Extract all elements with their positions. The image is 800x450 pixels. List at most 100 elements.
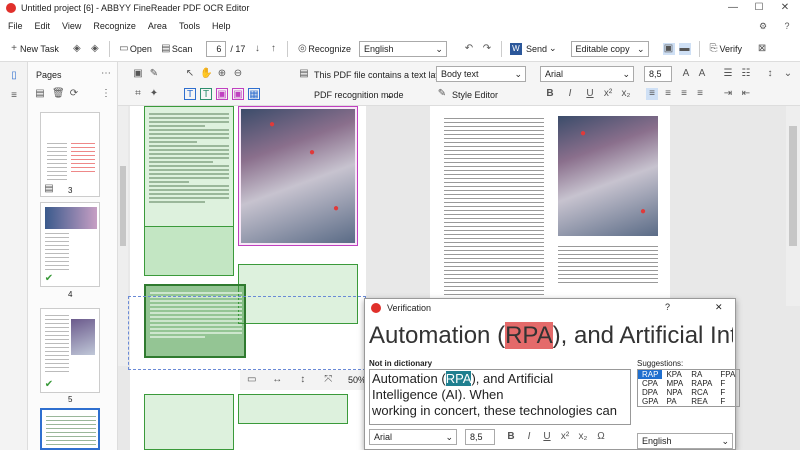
- italic-icon[interactable]: I: [564, 88, 576, 100]
- layers-alt-icon[interactable]: ◈: [89, 43, 101, 55]
- suggestion-item[interactable]: CPA: [638, 379, 663, 388]
- suggestion-item[interactable]: DPA: [638, 388, 663, 397]
- open-button[interactable]: ▭ Open: [118, 43, 152, 55]
- list-icon[interactable]: ≡: [8, 90, 20, 102]
- suggestion-item[interactable]: FPA: [716, 370, 739, 379]
- text-view-icon[interactable]: ▬: [678, 42, 691, 55]
- image-view-icon[interactable]: ▣: [662, 42, 675, 55]
- output-mode-select[interactable]: Editable copy ⌄: [570, 40, 649, 57]
- rotate-page-icon[interactable]: ⟳: [68, 88, 80, 100]
- suggestion-item[interactable]: RCA: [687, 388, 716, 397]
- align-right-icon[interactable]: ≡: [678, 88, 690, 100]
- menu-edit[interactable]: Edit: [35, 21, 51, 31]
- delete-page-icon[interactable]: 🗑: [52, 88, 65, 100]
- picture-block[interactable]: ● ● ●: [238, 106, 358, 246]
- zoom-in-icon[interactable]: ⊕: [216, 68, 228, 80]
- maximize-button[interactable]: ☐: [746, 0, 772, 16]
- suggestion-item[interactable]: RAP: [637, 369, 663, 379]
- text-block[interactable]: [144, 226, 234, 276]
- redo-icon[interactable]: ↷: [481, 43, 493, 55]
- dialog-language-select[interactable]: English ⌄: [637, 433, 733, 449]
- fullscreen-icon[interactable]: ⤧: [323, 374, 335, 386]
- settings-gear-icon[interactable]: ⚙: [757, 20, 769, 32]
- text-area-icon[interactable]: T: [184, 88, 196, 100]
- bold-icon[interactable]: B: [544, 88, 556, 100]
- minimize-button[interactable]: —: [720, 0, 746, 16]
- text-edit-field[interactable]: Automation (RPA), and Artificial Intelli…: [369, 369, 631, 425]
- subscript-icon[interactable]: x₂: [620, 88, 632, 100]
- close-page-icon[interactable]: ⊠: [756, 43, 768, 55]
- more-ribbon-icon[interactable]: ⌄: [782, 68, 794, 80]
- subscript-icon[interactable]: x₂: [577, 431, 589, 443]
- text-block[interactable]: [238, 394, 348, 424]
- new-task-button[interactable]: + New Task: [8, 43, 59, 55]
- zoom-out-icon[interactable]: ⊖: [232, 68, 244, 80]
- indent-icon[interactable]: ⇥: [722, 88, 734, 100]
- page-thumbnail-6[interactable]: [40, 408, 100, 450]
- superscript-icon[interactable]: x²: [559, 431, 571, 443]
- menu-recognize[interactable]: Recognize: [93, 21, 136, 31]
- suggestion-item[interactable]: REA: [687, 397, 716, 407]
- page-number-input[interactable]: 6: [206, 40, 227, 57]
- increase-font-icon[interactable]: A: [680, 68, 692, 80]
- superscript-icon[interactable]: x²: [602, 88, 614, 100]
- fit-vertical-icon[interactable]: ↕: [297, 374, 309, 386]
- crop-icon[interactable]: ⌗: [132, 88, 144, 100]
- pages-panel-icon[interactable]: ▯: [8, 70, 20, 82]
- arrow-down-icon[interactable]: ↓: [251, 43, 263, 55]
- page-tools-icon[interactable]: ▤: [34, 88, 46, 100]
- underline-icon[interactable]: U: [541, 431, 553, 443]
- style-editor-icon[interactable]: ✎: [436, 88, 448, 100]
- scan-button[interactable]: ▤ Scan: [160, 43, 192, 55]
- justify-icon[interactable]: ≡: [694, 88, 706, 100]
- suggestion-item[interactable]: PA: [662, 397, 687, 407]
- dialog-font-size-select[interactable]: 8,5: [465, 429, 495, 445]
- left-scrollbar[interactable]: [118, 106, 128, 366]
- decrease-font-icon[interactable]: A: [696, 68, 708, 80]
- menu-area[interactable]: Area: [148, 21, 167, 31]
- image-tools-icon[interactable]: ▣: [132, 68, 144, 80]
- suggestion-item[interactable]: MPA: [662, 379, 687, 388]
- menu-help[interactable]: Help: [212, 21, 231, 31]
- outdent-icon[interactable]: ⇤: [740, 88, 752, 100]
- fit-width-icon[interactable]: ▭: [246, 374, 258, 386]
- style-editor-button[interactable]: Style Editor: [452, 90, 498, 100]
- suggestion-item[interactable]: RAPA: [687, 379, 716, 388]
- style-select[interactable]: Body text ⌄: [436, 66, 526, 82]
- send-button[interactable]: W Send ⌄: [509, 42, 557, 55]
- recognize-button[interactable]: ◎ Recognize: [296, 43, 351, 55]
- more-icon[interactable]: ⋮: [100, 88, 112, 100]
- suggestion-item[interactable]: NPA: [662, 388, 687, 397]
- close-window-button[interactable]: ✕: [772, 0, 798, 16]
- layers-icon[interactable]: ◈: [71, 43, 83, 55]
- close-dialog-button[interactable]: ✕: [715, 302, 723, 313]
- spacing-icon[interactable]: ↕: [764, 68, 776, 80]
- picture-area-icon[interactable]: ▣: [216, 88, 228, 100]
- menu-view[interactable]: View: [62, 21, 81, 31]
- edit-image-icon[interactable]: ✎: [148, 68, 160, 80]
- help-icon[interactable]: ?: [781, 20, 793, 32]
- suggestion-item[interactable]: F: [716, 388, 739, 397]
- suggestion-item[interactable]: KPA: [662, 370, 687, 379]
- menu-file[interactable]: File: [8, 21, 23, 31]
- help-button[interactable]: ?: [665, 302, 670, 312]
- page-thumbnail-3[interactable]: ▤: [40, 112, 100, 197]
- list-bullets-icon[interactable]: ☰: [722, 68, 734, 80]
- suggestion-item[interactable]: GPA: [638, 397, 663, 407]
- suggestion-item[interactable]: F: [716, 379, 739, 388]
- arrow-up-icon[interactable]: ↑: [267, 43, 279, 55]
- right-scrollbar[interactable]: [786, 106, 800, 306]
- fit-horizontal-icon[interactable]: ↔: [272, 374, 284, 386]
- suggestion-item[interactable]: RA: [687, 370, 716, 379]
- page-thumbnail-5[interactable]: ✔: [40, 308, 100, 393]
- align-center-icon[interactable]: ≡: [662, 88, 674, 100]
- hand-icon[interactable]: ✋: [200, 68, 212, 80]
- font-size-select[interactable]: 8,5: [644, 66, 672, 82]
- italic-icon[interactable]: I: [523, 431, 535, 443]
- background-picture-icon[interactable]: ▣: [232, 88, 244, 100]
- bold-icon[interactable]: B: [505, 431, 517, 443]
- vertical-text-area-icon[interactable]: T: [200, 88, 212, 100]
- align-left-icon[interactable]: ≡: [646, 88, 658, 100]
- verify-button[interactable]: ⎘ Verify: [708, 43, 743, 55]
- underline-icon[interactable]: U: [584, 88, 596, 100]
